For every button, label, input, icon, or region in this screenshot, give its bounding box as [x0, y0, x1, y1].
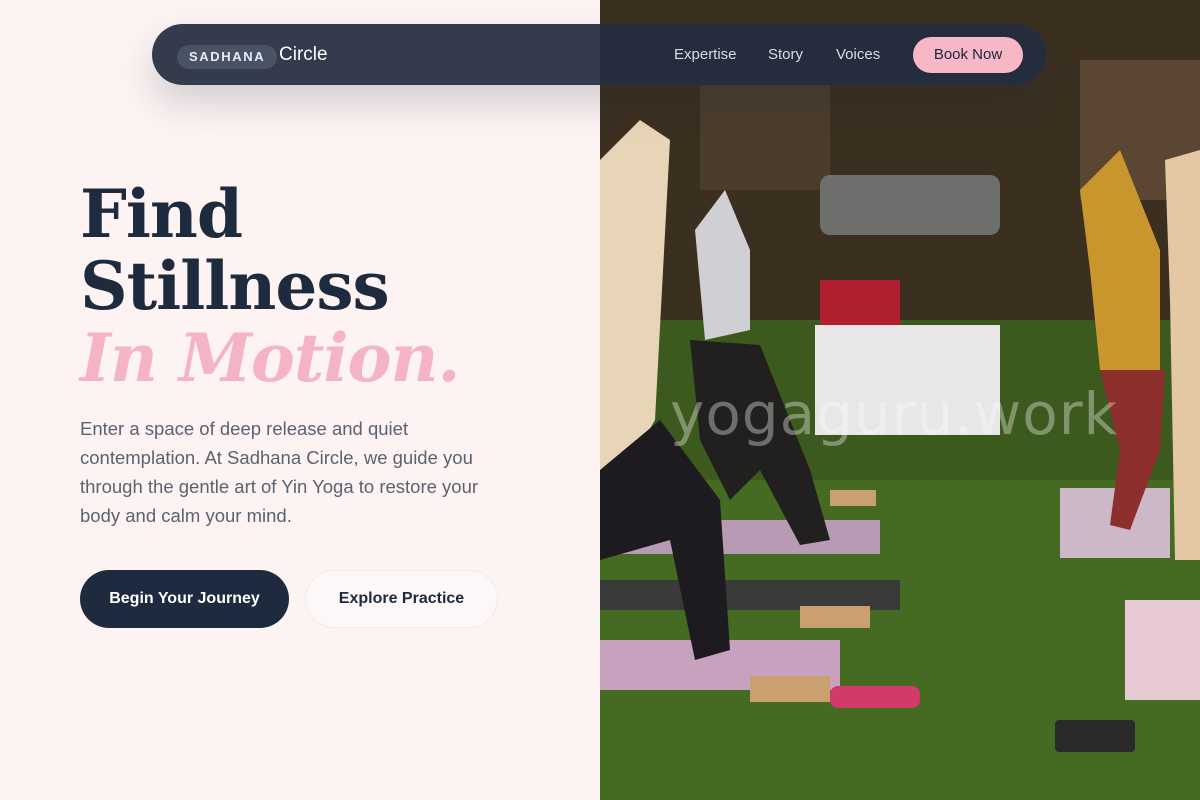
hero-description: Enter a space of deep release and quiet …: [80, 418, 479, 526]
brand-tag[interactable]: SADHANA: [177, 45, 278, 69]
nav-link-story[interactable]: Story: [768, 45, 803, 65]
explore-practice-button[interactable]: Explore Practice: [305, 570, 498, 628]
nav-link-expertise[interactable]: Expertise: [674, 45, 737, 65]
hero-title-line-2: Stillness: [80, 247, 390, 325]
hero-title-accent: In Motion.: [80, 319, 460, 397]
brand-name[interactable]: Circle: [279, 43, 328, 67]
begin-journey-button[interactable]: Begin Your Journey: [80, 570, 289, 628]
hero-photo: yogaguru.work: [600, 0, 1200, 800]
book-now-button[interactable]: Book Now: [913, 37, 1023, 73]
top-navigation-bar: SADHANA Circle Expertise Story Voices Bo…: [152, 24, 1046, 85]
hero-left-panel: [0, 0, 600, 800]
nav-link-voices[interactable]: Voices: [836, 45, 880, 65]
watermark-text: yogaguru.work: [670, 380, 1119, 448]
hero-title-line-1: Find: [80, 175, 243, 253]
